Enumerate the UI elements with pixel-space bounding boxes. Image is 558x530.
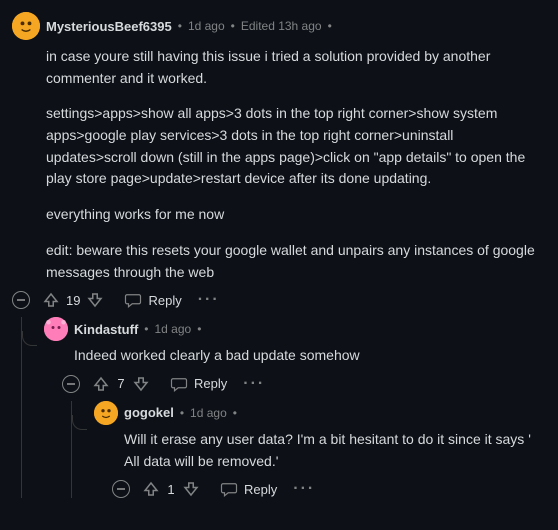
comment-text: Will it erase any user data? I'm a bit h… bbox=[124, 429, 542, 472]
downvote-button[interactable] bbox=[182, 480, 200, 498]
thread-line: Kindastuff • 1d ago • Indeed worked clea… bbox=[21, 317, 542, 498]
edited-timestamp: Edited 13h ago bbox=[241, 19, 322, 33]
reply-button[interactable]: Reply bbox=[220, 480, 277, 498]
comment-header: gogokel • 1d ago • bbox=[94, 401, 542, 425]
username[interactable]: gogokel bbox=[124, 405, 174, 420]
reply-label: Reply bbox=[244, 482, 277, 497]
comment-body: in case youre still having this issue i … bbox=[46, 46, 542, 283]
vote-group: 7 bbox=[92, 375, 150, 393]
meta-separator: • bbox=[233, 406, 237, 420]
comment: Kindastuff • 1d ago • Indeed worked clea… bbox=[22, 317, 542, 498]
meta-separator: • bbox=[197, 322, 201, 336]
comment: gogokel • 1d ago • Will it erase any use… bbox=[72, 401, 542, 498]
comment-header: Kindastuff • 1d ago • bbox=[44, 317, 542, 341]
more-button[interactable]: ··· bbox=[194, 291, 224, 309]
username[interactable]: MysteriousBeef6395 bbox=[46, 19, 172, 34]
meta-separator: • bbox=[178, 19, 182, 33]
timestamp: 1d ago bbox=[190, 406, 227, 420]
comment-actions: 19 Reply ··· bbox=[12, 291, 542, 309]
avatar[interactable] bbox=[44, 317, 68, 341]
upvote-button[interactable] bbox=[92, 375, 110, 393]
username[interactable]: Kindastuff bbox=[74, 322, 138, 337]
avatar[interactable] bbox=[12, 12, 40, 40]
comment-icon bbox=[124, 291, 142, 309]
timestamp: 1d ago bbox=[154, 322, 191, 336]
comment-actions: 7 Reply ··· bbox=[62, 375, 542, 393]
meta-separator: • bbox=[180, 406, 184, 420]
vote-score: 19 bbox=[66, 293, 80, 308]
meta-separator: • bbox=[231, 19, 235, 33]
collapse-button[interactable] bbox=[62, 375, 80, 393]
reply-button[interactable]: Reply bbox=[124, 291, 181, 309]
comment-icon bbox=[170, 375, 188, 393]
comment-text: edit: beware this resets your google wal… bbox=[46, 240, 542, 283]
downvote-button[interactable] bbox=[86, 291, 104, 309]
comment-text: settings>apps>show all apps>3 dots in th… bbox=[46, 103, 542, 190]
meta-separator: • bbox=[144, 322, 148, 336]
meta-separator: • bbox=[328, 19, 332, 33]
more-button[interactable]: ··· bbox=[289, 480, 319, 498]
collapse-button[interactable] bbox=[112, 480, 130, 498]
comment-icon bbox=[220, 480, 238, 498]
vote-group: 19 bbox=[42, 291, 104, 309]
thread-line: gogokel • 1d ago • Will it erase any use… bbox=[71, 401, 542, 498]
avatar[interactable] bbox=[94, 401, 118, 425]
comment-header: MysteriousBeef6395 • 1d ago • Edited 13h… bbox=[12, 12, 542, 40]
reply-button[interactable]: Reply bbox=[170, 375, 227, 393]
reply-label: Reply bbox=[148, 293, 181, 308]
reply-label: Reply bbox=[194, 376, 227, 391]
downvote-button[interactable] bbox=[132, 375, 150, 393]
vote-score: 1 bbox=[166, 482, 176, 497]
more-button[interactable]: ··· bbox=[239, 375, 269, 393]
comment-body: Indeed worked clearly a bad update someh… bbox=[74, 345, 542, 367]
comment-text: Indeed worked clearly a bad update someh… bbox=[74, 345, 542, 367]
upvote-button[interactable] bbox=[142, 480, 160, 498]
timestamp: 1d ago bbox=[188, 19, 225, 33]
comment-text: in case youre still having this issue i … bbox=[46, 46, 542, 89]
collapse-button[interactable] bbox=[12, 291, 30, 309]
comment-actions: 1 Reply ··· bbox=[112, 480, 542, 498]
vote-score: 7 bbox=[116, 376, 126, 391]
vote-group: 1 bbox=[142, 480, 200, 498]
comment-text: everything works for me now bbox=[46, 204, 542, 226]
upvote-button[interactable] bbox=[42, 291, 60, 309]
comment: MysteriousBeef6395 • 1d ago • Edited 13h… bbox=[12, 12, 542, 498]
comment-body: Will it erase any user data? I'm a bit h… bbox=[124, 429, 542, 472]
